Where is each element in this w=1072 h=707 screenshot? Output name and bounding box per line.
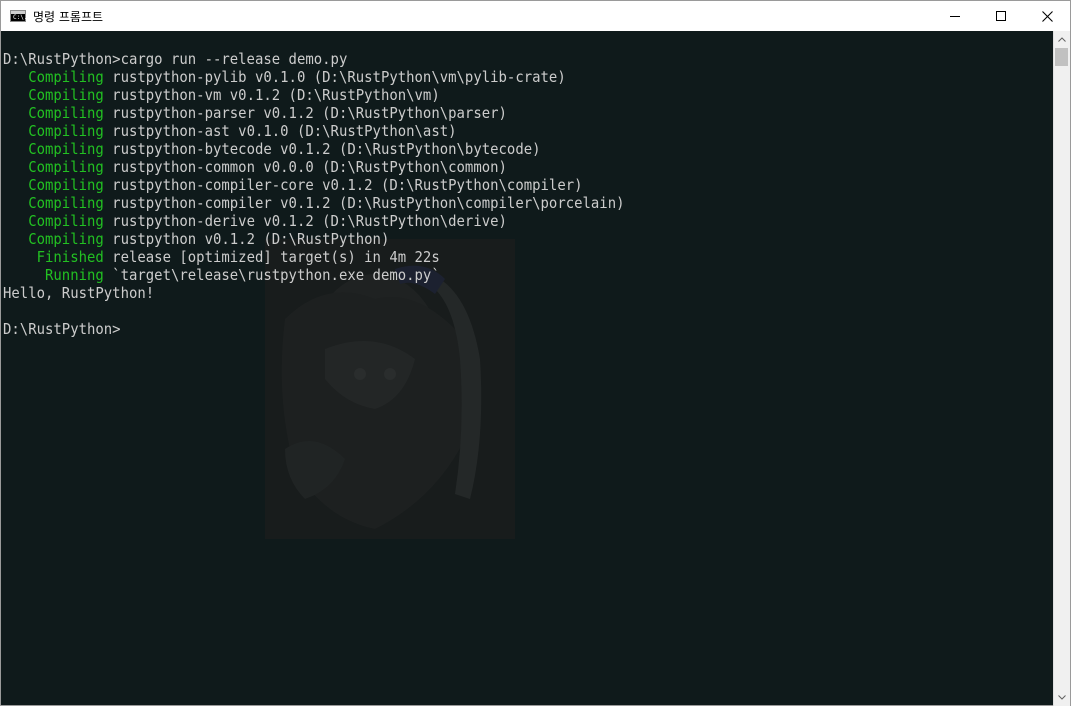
console-status-label: Compiling [3, 194, 104, 212]
console-line: Compiling rustpython-vm v0.1.2 (D:\RustP… [3, 86, 625, 104]
console-line-text: rustpython-vm v0.1.2 (D:\RustPython\vm) [103, 86, 440, 104]
close-button[interactable] [1024, 1, 1070, 31]
console-status-label: Compiling [3, 212, 104, 230]
scroll-down-arrow-icon [1058, 695, 1066, 700]
console-status-label: Compiling [3, 68, 104, 86]
console-status-label: Compiling [3, 140, 104, 158]
console-status-label: Compiling [3, 176, 104, 194]
command-prompt-icon[interactable]: C:\. [10, 10, 28, 22]
console-line: Compiling rustpython-bytecode v0.1.2 (D:… [3, 140, 625, 158]
vertical-scrollbar[interactable] [1053, 31, 1070, 706]
close-icon [1041, 10, 1053, 22]
console-line-text: rustpython-ast v0.1.0 (D:\RustPython\ast… [103, 122, 457, 140]
console-line-text: D:\RustPython>cargo run --release demo.p… [3, 50, 348, 68]
console-output: D:\RustPython>cargo run --release demo.p… [3, 50, 625, 338]
console-line-text: rustpython-compiler-core v0.1.2 (D:\Rust… [103, 176, 583, 194]
scroll-up-button[interactable] [1054, 31, 1070, 48]
app-icon-label: C:\. [13, 14, 28, 21]
console-line-text: rustpython-bytecode v0.1.2 (D:\RustPytho… [103, 140, 541, 158]
minimize-button[interactable] [932, 1, 978, 31]
console-line: Running `target\release\rustpython.exe d… [3, 266, 625, 284]
window-controls [932, 1, 1070, 31]
console-line: Compiling rustpython v0.1.2 (D:\RustPyth… [3, 230, 625, 248]
window-title: 명령 프롬프트 [33, 9, 104, 24]
console-line: Compiling rustpython-ast v0.1.0 (D:\Rust… [3, 122, 625, 140]
console-line: Compiling rustpython-pylib v0.1.0 (D:\Ru… [3, 68, 625, 86]
console-line-text: rustpython-derive v0.1.2 (D:\RustPython\… [103, 212, 507, 230]
scroll-thumb[interactable] [1055, 48, 1068, 66]
console-status-label: Compiling [3, 86, 104, 104]
console-line: D:\RustPython>cargo run --release demo.p… [3, 50, 625, 68]
minimize-icon [950, 16, 960, 17]
console-status-label: Running [3, 266, 104, 284]
console-line-text: rustpython v0.1.2 (D:\RustPython) [103, 230, 390, 248]
title-bar[interactable]: C:\. 명령 프롬프트 [1, 1, 1070, 31]
console-line-text: `target\release\rustpython.exe demo.py` [103, 266, 440, 284]
scroll-down-button[interactable] [1054, 689, 1070, 706]
console-line: Compiling rustpython-common v0.0.0 (D:\R… [3, 158, 625, 176]
console-line-text: rustpython-pylib v0.1.0 (D:\RustPython\v… [103, 68, 566, 86]
console-line: Compiling rustpython-compiler v0.1.2 (D:… [3, 194, 625, 212]
console-area[interactable]: D:\RustPython>cargo run --release demo.p… [1, 31, 1054, 705]
command-prompt-window: C:\. 명령 프롬프트 D:\RustPython>cargo run --r… [0, 0, 1071, 706]
console-line: Compiling rustpython-parser v0.1.2 (D:\R… [3, 104, 625, 122]
console-status-label: Compiling [3, 230, 104, 248]
console-line: Finished release [optimized] target(s) i… [3, 248, 625, 266]
console-line: Compiling rustpython-derive v0.1.2 (D:\R… [3, 212, 625, 230]
maximize-icon [996, 11, 1006, 21]
console-line-text: rustpython-common v0.0.0 (D:\RustPython\… [103, 158, 507, 176]
console-line-text: rustpython-parser v0.1.2 (D:\RustPython\… [103, 104, 507, 122]
console-line: Hello, RustPython! [3, 284, 625, 302]
scroll-up-arrow-icon [1058, 37, 1066, 42]
console-line-text: Hello, RustPython! [3, 284, 155, 302]
console-line: D:\RustPython> [3, 320, 625, 338]
console-line-text: D:\RustPython> [3, 320, 121, 338]
console-status-label: Compiling [3, 122, 104, 140]
console-line-text: rustpython-compiler v0.1.2 (D:\RustPytho… [103, 194, 625, 212]
maximize-button[interactable] [978, 1, 1024, 31]
console-status-label: Compiling [3, 158, 104, 176]
console-line: Compiling rustpython-compiler-core v0.1.… [3, 176, 625, 194]
console-status-label: Finished [3, 248, 104, 266]
console-line-text: release [optimized] target(s) in 4m 22s [103, 248, 440, 266]
console-status-label: Compiling [3, 104, 104, 122]
